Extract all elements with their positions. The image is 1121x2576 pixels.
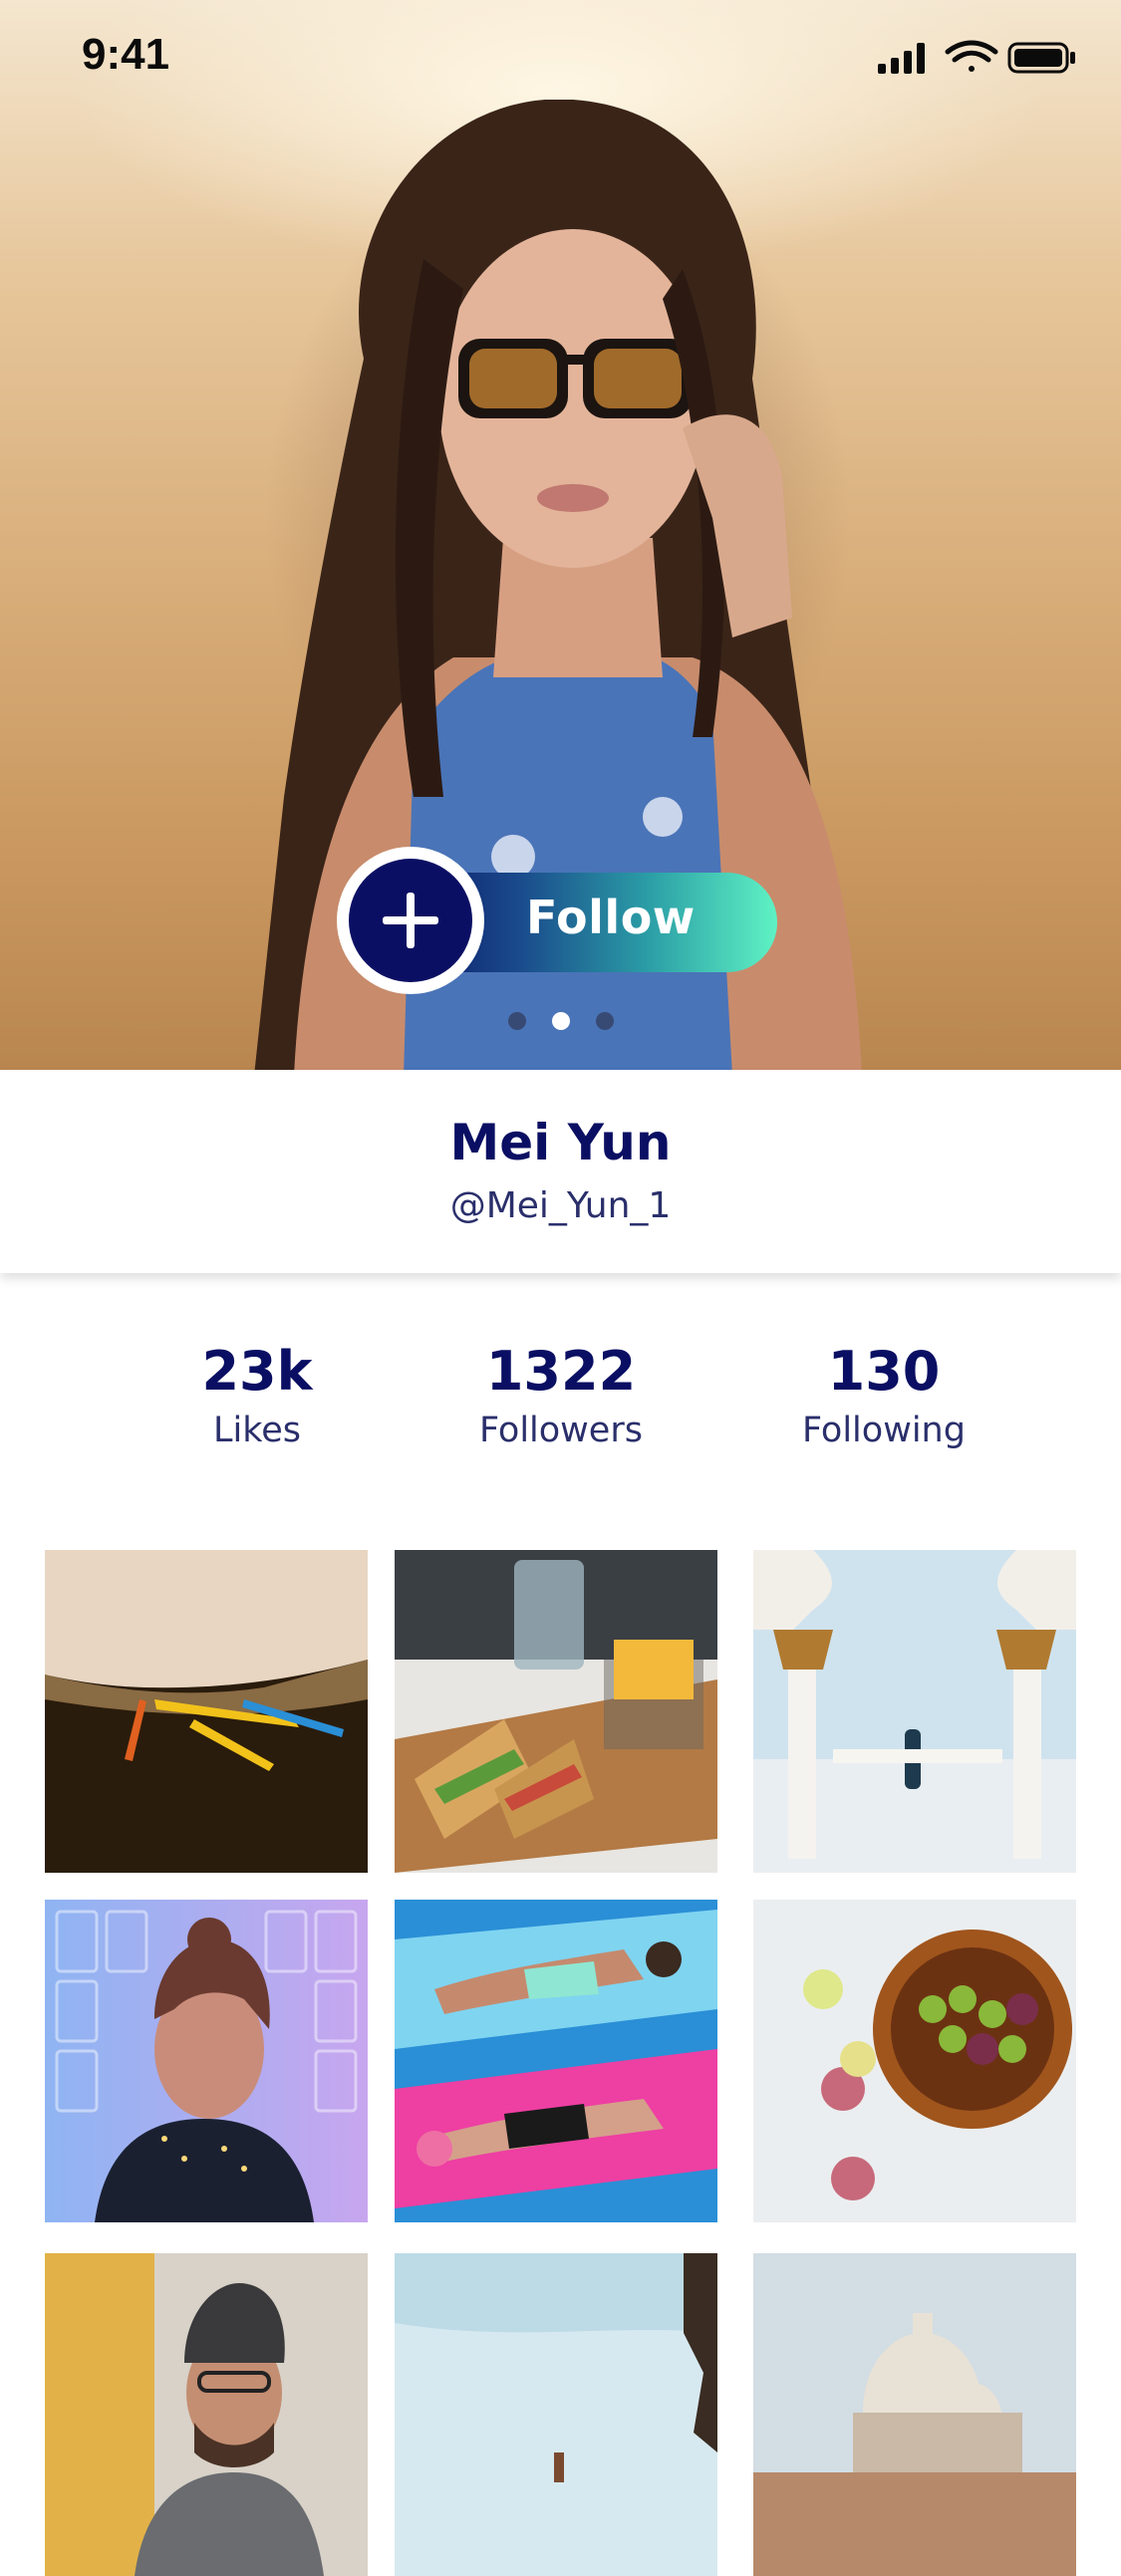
mosque-columns-photo[interactable] (753, 1550, 1076, 1873)
battery-icon (1007, 42, 1075, 74)
pool-floats-photo[interactable] (395, 1900, 717, 2222)
cover-photo[interactable]: 9:41 Follow (0, 0, 1121, 1070)
profile-header: Mei Yun @Mei_Yun_1 (0, 1070, 1121, 1273)
plus-icon (383, 893, 438, 948)
profile-stats: 23k Likes 1322 Followers 130 Following (0, 1339, 1121, 1478)
status-time: 9:41 (82, 30, 170, 79)
stat-following[interactable]: 130 Following (734, 1339, 1033, 1450)
follow-label: Follow (526, 891, 696, 944)
profile-name: Mei Yun (449, 1114, 672, 1171)
stat-value: 23k (201, 1340, 313, 1403)
stat-label: Followers (479, 1411, 643, 1450)
carousel-dot-active[interactable] (551, 1012, 570, 1030)
stat-label: Following (802, 1411, 966, 1450)
beach-boats-photo[interactable] (45, 1550, 368, 1873)
carousel-dot[interactable] (507, 1012, 526, 1030)
follow-icon-button[interactable] (337, 847, 484, 994)
plus-circle (349, 859, 472, 982)
follow-button[interactable]: Follow (337, 847, 777, 994)
stat-likes[interactable]: 23k Likes (108, 1339, 407, 1450)
carousel-dots[interactable] (0, 1012, 1121, 1032)
status-icons (878, 38, 1077, 78)
profile-handle[interactable]: @Mei_Yun_1 (0, 1185, 1121, 1226)
status-bar: 9:41 (0, 0, 1121, 120)
woman-lights-photo[interactable] (45, 1900, 368, 2222)
fruit-bowl-photo[interactable] (753, 1900, 1076, 2222)
sandwich-fries-photo[interactable] (395, 1550, 717, 1873)
stat-value: 1322 (485, 1340, 637, 1403)
stat-value: 130 (827, 1340, 941, 1403)
man-beanie-photo[interactable] (45, 2253, 368, 2576)
signal-icon (878, 43, 925, 74)
domed-city-photo[interactable] (753, 2253, 1076, 2576)
stat-label: Likes (212, 1411, 301, 1450)
wifi-icon (945, 40, 998, 72)
stat-followers[interactable]: 1322 Followers (412, 1339, 710, 1450)
beach-sky-photo[interactable] (395, 2253, 717, 2576)
carousel-dot[interactable] (595, 1012, 614, 1030)
photo-grid (0, 1550, 1121, 2576)
